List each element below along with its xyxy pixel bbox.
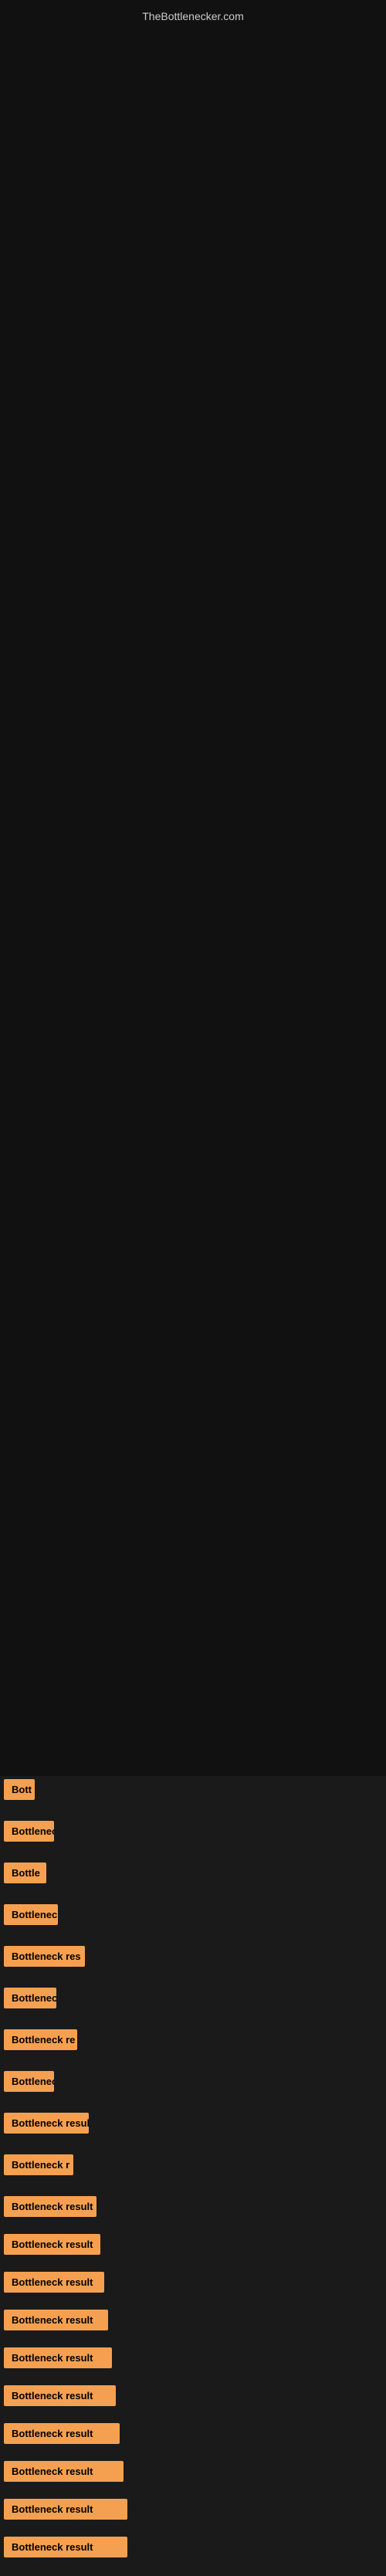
bottleneck-result-badge: Bottleneck result [4,2347,112,2368]
result-row: Bottleneck resul [0,2107,386,2144]
result-row: Bottle [0,1856,386,1893]
bottleneck-result-badge: Bottle [4,1863,46,1883]
bottleneck-result-badge: Bottleneck result [4,2499,127,2520]
result-row: Bottleneck res [0,1940,386,1977]
bottleneck-result-badge: Bottleneck result [4,2234,100,2255]
bottleneck-result-badge: Bottleneck result [4,2272,104,2293]
result-row: Bottlenec [0,2065,386,2102]
bottleneck-result-badge: Bottleneck res [4,1946,85,1967]
bottleneck-result-badge: Bottleneck result [4,2537,127,2557]
result-row: Bottleneck result [0,2303,386,2337]
result-row: Bottleneck [0,1981,386,2018]
result-row: Bottleneck result [0,2530,386,2564]
result-row: Bottleneck r [0,2148,386,2185]
result-row: Bott [0,1773,386,1810]
bottleneck-result-badge: Bott [4,1779,35,1800]
bottleneck-result-badge: Bottleneck [4,1988,56,2008]
result-row: Bottleneck result [0,2266,386,2299]
bottleneck-result-badge: Bottleneck result [4,2461,124,2482]
bottleneck-result-badge: Bottleneck result [4,2423,120,2444]
bottleneck-result-badge: Bottleneck r [4,2154,73,2175]
bottleneck-result-badge: Bottlenec [4,1821,54,1842]
result-row: Bottleneck result [0,2417,386,2450]
bottleneck-result-badge: Bottleneck resul [4,2113,89,2134]
result-row: Bottleneck re [0,2023,386,2060]
bottleneck-result-badge: Bottleneck [4,1904,58,1925]
bottleneck-result-badge: Bottleneck re [4,2029,77,2050]
result-row: Bottleneck result [0,2455,386,2488]
bottleneck-result-badge: Bottleneck result [4,2196,96,2217]
result-row: Bottleneck result [0,2228,386,2261]
bottleneck-result-badge: Bottlenec [4,2071,54,2092]
results-section: Bott Bottlenec Bottle Bottleneck Bottleneck … [0,1761,386,2576]
bottleneck-result-badge: Bottleneck result [4,2310,108,2330]
result-row: Bottleneck result [0,2190,386,2223]
bottleneck-result-badge: Bottleneck result [4,2385,116,2406]
result-row: Bottleneck result [0,2379,386,2412]
result-row: Bottleneck result [0,2341,386,2374]
result-row: Bottleneck [0,1898,386,1935]
site-title: TheBottlenecker.com [0,4,386,29]
result-row: Bottlenec [0,1815,386,1852]
chart-area: TheBottlenecker.com [0,0,386,1776]
result-row: Bottleneck result [0,2493,386,2526]
